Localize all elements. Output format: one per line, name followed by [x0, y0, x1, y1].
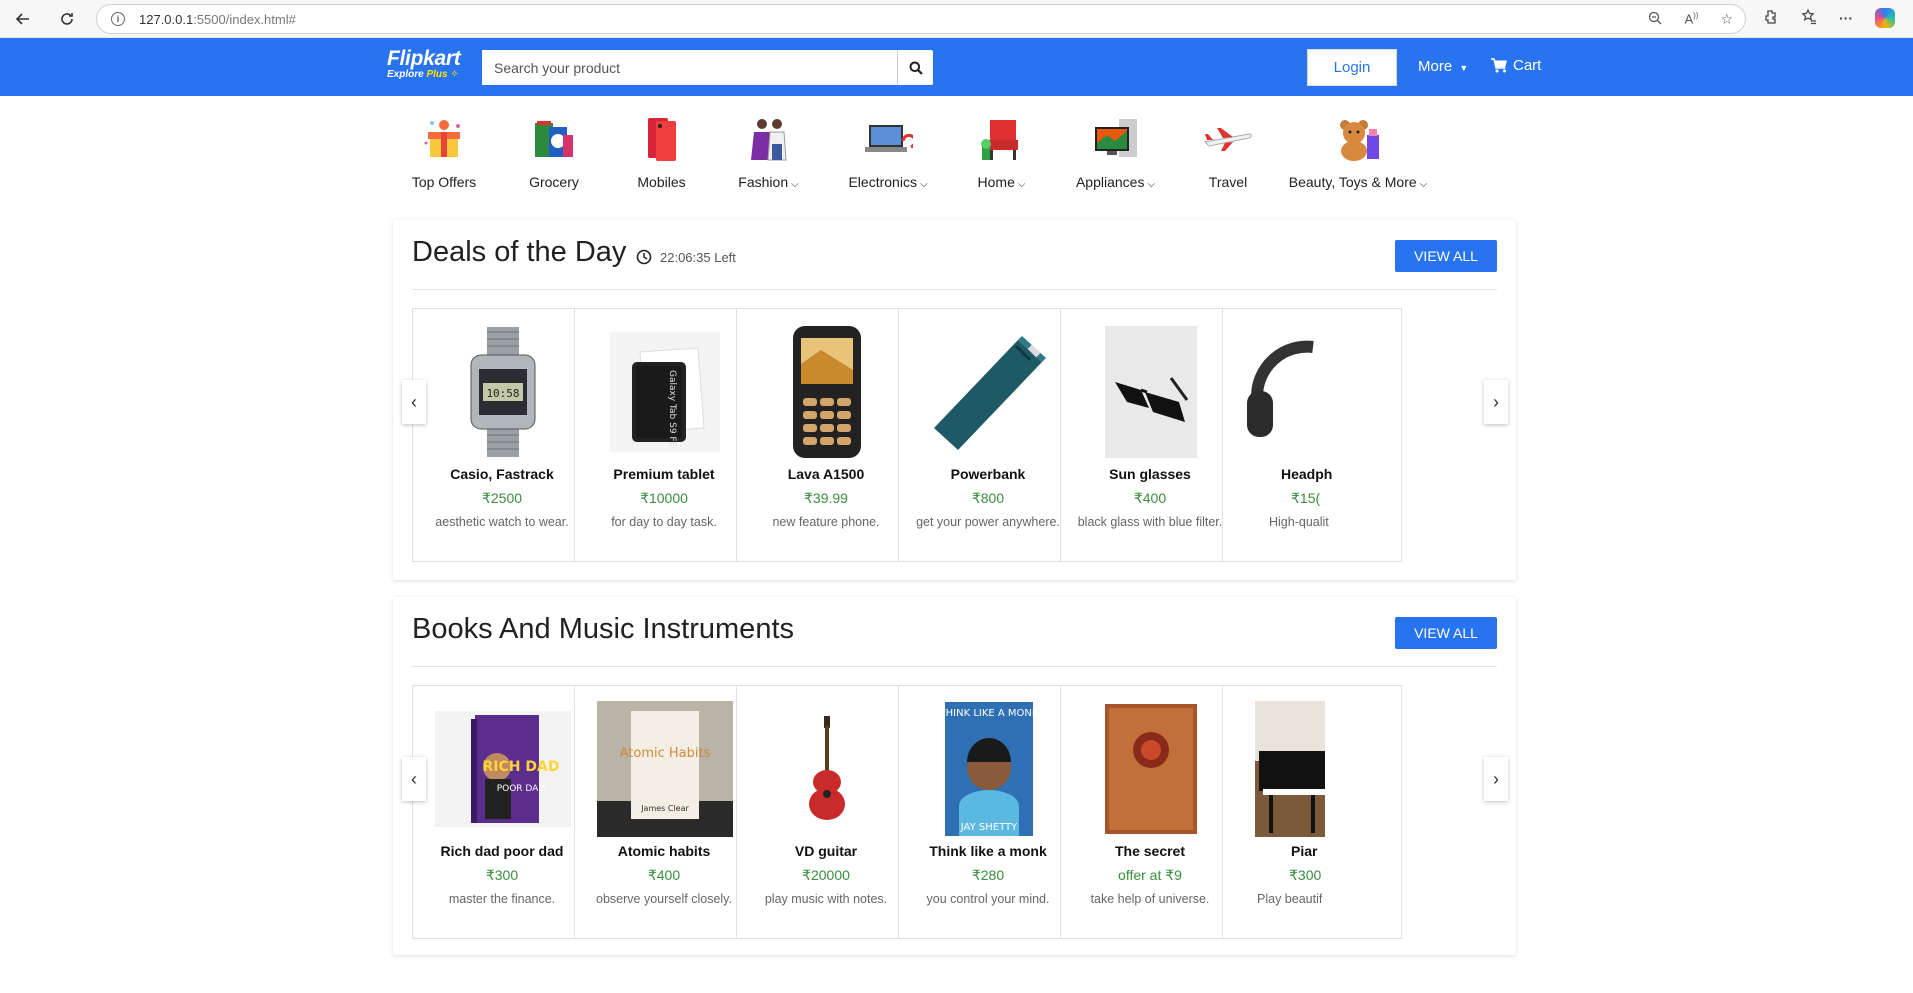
copilot-icon[interactable]	[1875, 8, 1895, 28]
product-card[interactable]: Lava A1500 ₹39.99 new feature phone.	[736, 308, 916, 562]
svg-text:Atomic Habits: Atomic Habits	[620, 746, 711, 761]
svg-text:RICH DAD: RICH DAD	[483, 759, 560, 775]
address-bar[interactable]: i 127.0.0.1:5500/index.html# A)) ☆	[96, 4, 1746, 34]
browser-toolbar: i 127.0.0.1:5500/index.html# A)) ☆ ···	[0, 0, 1913, 38]
tv-icon	[1087, 110, 1145, 168]
category-home[interactable]: Home ⌵	[950, 110, 1053, 190]
caret-down-icon: ▼	[1459, 63, 1469, 73]
fashion-icon	[740, 110, 798, 168]
chevron-down-icon: ⌵	[1017, 179, 1026, 190]
more-dropdown[interactable]: More ▼	[1418, 58, 1468, 75]
headphones-image	[1243, 323, 1383, 461]
category-fashion[interactable]: Fashion ⌵	[711, 110, 826, 190]
search-icon	[909, 61, 923, 75]
view-all-button[interactable]: VIEW ALL	[1395, 240, 1497, 272]
clock-icon	[636, 249, 652, 265]
chevron-down-icon: ⌵	[791, 179, 799, 190]
search-button[interactable]	[897, 50, 933, 85]
product-card[interactable]: VD guitar ₹20000 play music with notes.	[736, 685, 916, 939]
carousel-next-button[interactable]: ›	[1484, 757, 1508, 801]
category-bar: Top Offers Grocery Mobiles Fashion ⌵ Elec…	[392, 110, 1438, 190]
carousel-prev-button[interactable]: ‹	[402, 380, 426, 424]
login-button[interactable]: Login	[1307, 49, 1397, 86]
category-beauty-toys[interactable]: Beauty, Toys & More ⌵	[1278, 110, 1438, 190]
product-card[interactable]: Galaxy Tab S9 FE Premium tablet ₹10000 f…	[574, 308, 754, 562]
svg-text:Galaxy Tab S9 FE: Galaxy Tab S9 FE	[667, 370, 677, 448]
product-carousel: RICH DAD POOR DAD Rich dad poor dad ₹300 …	[412, 685, 1496, 940]
search-input[interactable]	[482, 50, 897, 85]
product-card[interactable]: The secret offer at ₹9 take help of univ…	[1060, 685, 1240, 939]
airplane-icon	[1199, 110, 1257, 168]
book-rich-dad-image: RICH DAD POOR DAD	[433, 700, 573, 838]
guitar-image	[757, 700, 897, 838]
product-card[interactable]: Atomic Habits James Clear Atomic habits ₹…	[574, 685, 754, 939]
extensions-icon[interactable]	[1763, 9, 1779, 28]
section-title: Books And Music Instruments	[412, 613, 794, 645]
mobile-icon	[633, 110, 691, 168]
book-secret-image	[1081, 700, 1221, 838]
product-card[interactable]: Powerbank ₹800 get your power anywhere.	[898, 308, 1078, 562]
view-all-button[interactable]: VIEW ALL	[1395, 617, 1497, 649]
chevron-down-icon: ⌵	[1147, 179, 1156, 190]
book-atomic-habits-image: Atomic Habits James Clear	[595, 700, 735, 838]
chevron-down-icon: ⌵	[1419, 179, 1428, 190]
category-top-offers[interactable]: Top Offers	[392, 110, 496, 190]
category-mobiles[interactable]: Mobiles	[612, 110, 711, 190]
gift-icon	[415, 110, 473, 168]
teddy-icon	[1329, 110, 1387, 168]
favorites-icon[interactable]	[1801, 8, 1817, 28]
product-card[interactable]: Piar ₹300 Play beautif	[1222, 685, 1402, 939]
product-card[interactable]: Headph ₹15( High-qualit	[1222, 308, 1402, 562]
svg-text:10:58: 10:58	[486, 387, 519, 400]
svg-text:THINK LIKE A MONK: THINK LIKE A MONK	[945, 708, 1033, 719]
piano-image	[1255, 700, 1395, 838]
cart-icon	[1491, 58, 1507, 73]
books-music-section: Books And Music Instruments VIEW ALL ‹ ›…	[393, 597, 1516, 955]
deal-timer: 22:06:35 Left	[636, 249, 736, 265]
tablet-image: Galaxy Tab S9 FE	[595, 323, 735, 461]
svg-text:James Clear: James Clear	[640, 804, 689, 813]
category-grocery[interactable]: Grocery	[496, 110, 612, 190]
svg-text:JAY SHETTY: JAY SHETTY	[960, 822, 1018, 833]
carousel-next-button[interactable]: ›	[1484, 380, 1508, 424]
url-text: 127.0.0.1:5500/index.html#	[139, 11, 296, 27]
section-header: Books And Music Instruments VIEW ALL	[412, 597, 1497, 667]
chevron-down-icon: ⌵	[919, 179, 928, 190]
product-card[interactable]: 10:58 Casio, Fastrack ₹2500 aesthetic wa…	[412, 308, 592, 562]
product-card[interactable]: THINK LIKE A MONKJAY SHETTY Think like a…	[898, 685, 1078, 939]
category-appliances[interactable]: Appliances ⌵	[1053, 110, 1178, 190]
watch-image: 10:58	[433, 323, 573, 461]
feature-phone-image	[757, 323, 897, 461]
site-header: Flipkart Explore Plus ✧ Login More ▼ Car…	[0, 38, 1913, 96]
sunglasses-image	[1081, 323, 1221, 461]
category-travel[interactable]: Travel	[1178, 110, 1278, 190]
menu-dots-icon[interactable]: ···	[1839, 10, 1853, 26]
book-monk-image: THINK LIKE A MONK JAY SHETTY	[919, 700, 1059, 838]
product-carousel: 10:58 Casio, Fastrack ₹2500 aesthetic wa…	[412, 308, 1496, 563]
cart-link[interactable]: Cart	[1491, 57, 1541, 74]
grocery-icon	[525, 110, 583, 168]
product-card[interactable]: RICH DAD POOR DAD Rich dad poor dad ₹300 …	[412, 685, 592, 939]
laptop-icon	[859, 110, 917, 168]
svg-text:POOR DAD: POOR DAD	[497, 784, 546, 794]
category-electronics[interactable]: Electronics ⌵	[826, 110, 950, 190]
zoom-out-icon[interactable]	[1648, 11, 1662, 28]
flipkart-logo[interactable]: Flipkart Explore Plus ✧	[387, 47, 461, 80]
search-bar	[482, 50, 933, 85]
section-header: Deals of the Day 22:06:35 Left VIEW ALL	[412, 220, 1497, 290]
product-card[interactable]: Sun glasses ₹400 black glass with blue f…	[1060, 308, 1240, 562]
info-icon[interactable]: i	[111, 12, 125, 26]
powerbank-image	[919, 323, 1059, 461]
carousel-prev-button[interactable]: ‹	[402, 757, 426, 801]
favorite-star-icon[interactable]: ☆	[1720, 11, 1733, 28]
read-aloud-icon[interactable]: A))	[1684, 11, 1698, 28]
section-title: Deals of the Day	[412, 236, 627, 268]
refresh-icon[interactable]	[54, 6, 80, 32]
chair-icon	[973, 110, 1031, 168]
back-icon[interactable]	[10, 6, 36, 32]
deals-section: Deals of the Day 22:06:35 Left VIEW ALL …	[393, 220, 1516, 580]
